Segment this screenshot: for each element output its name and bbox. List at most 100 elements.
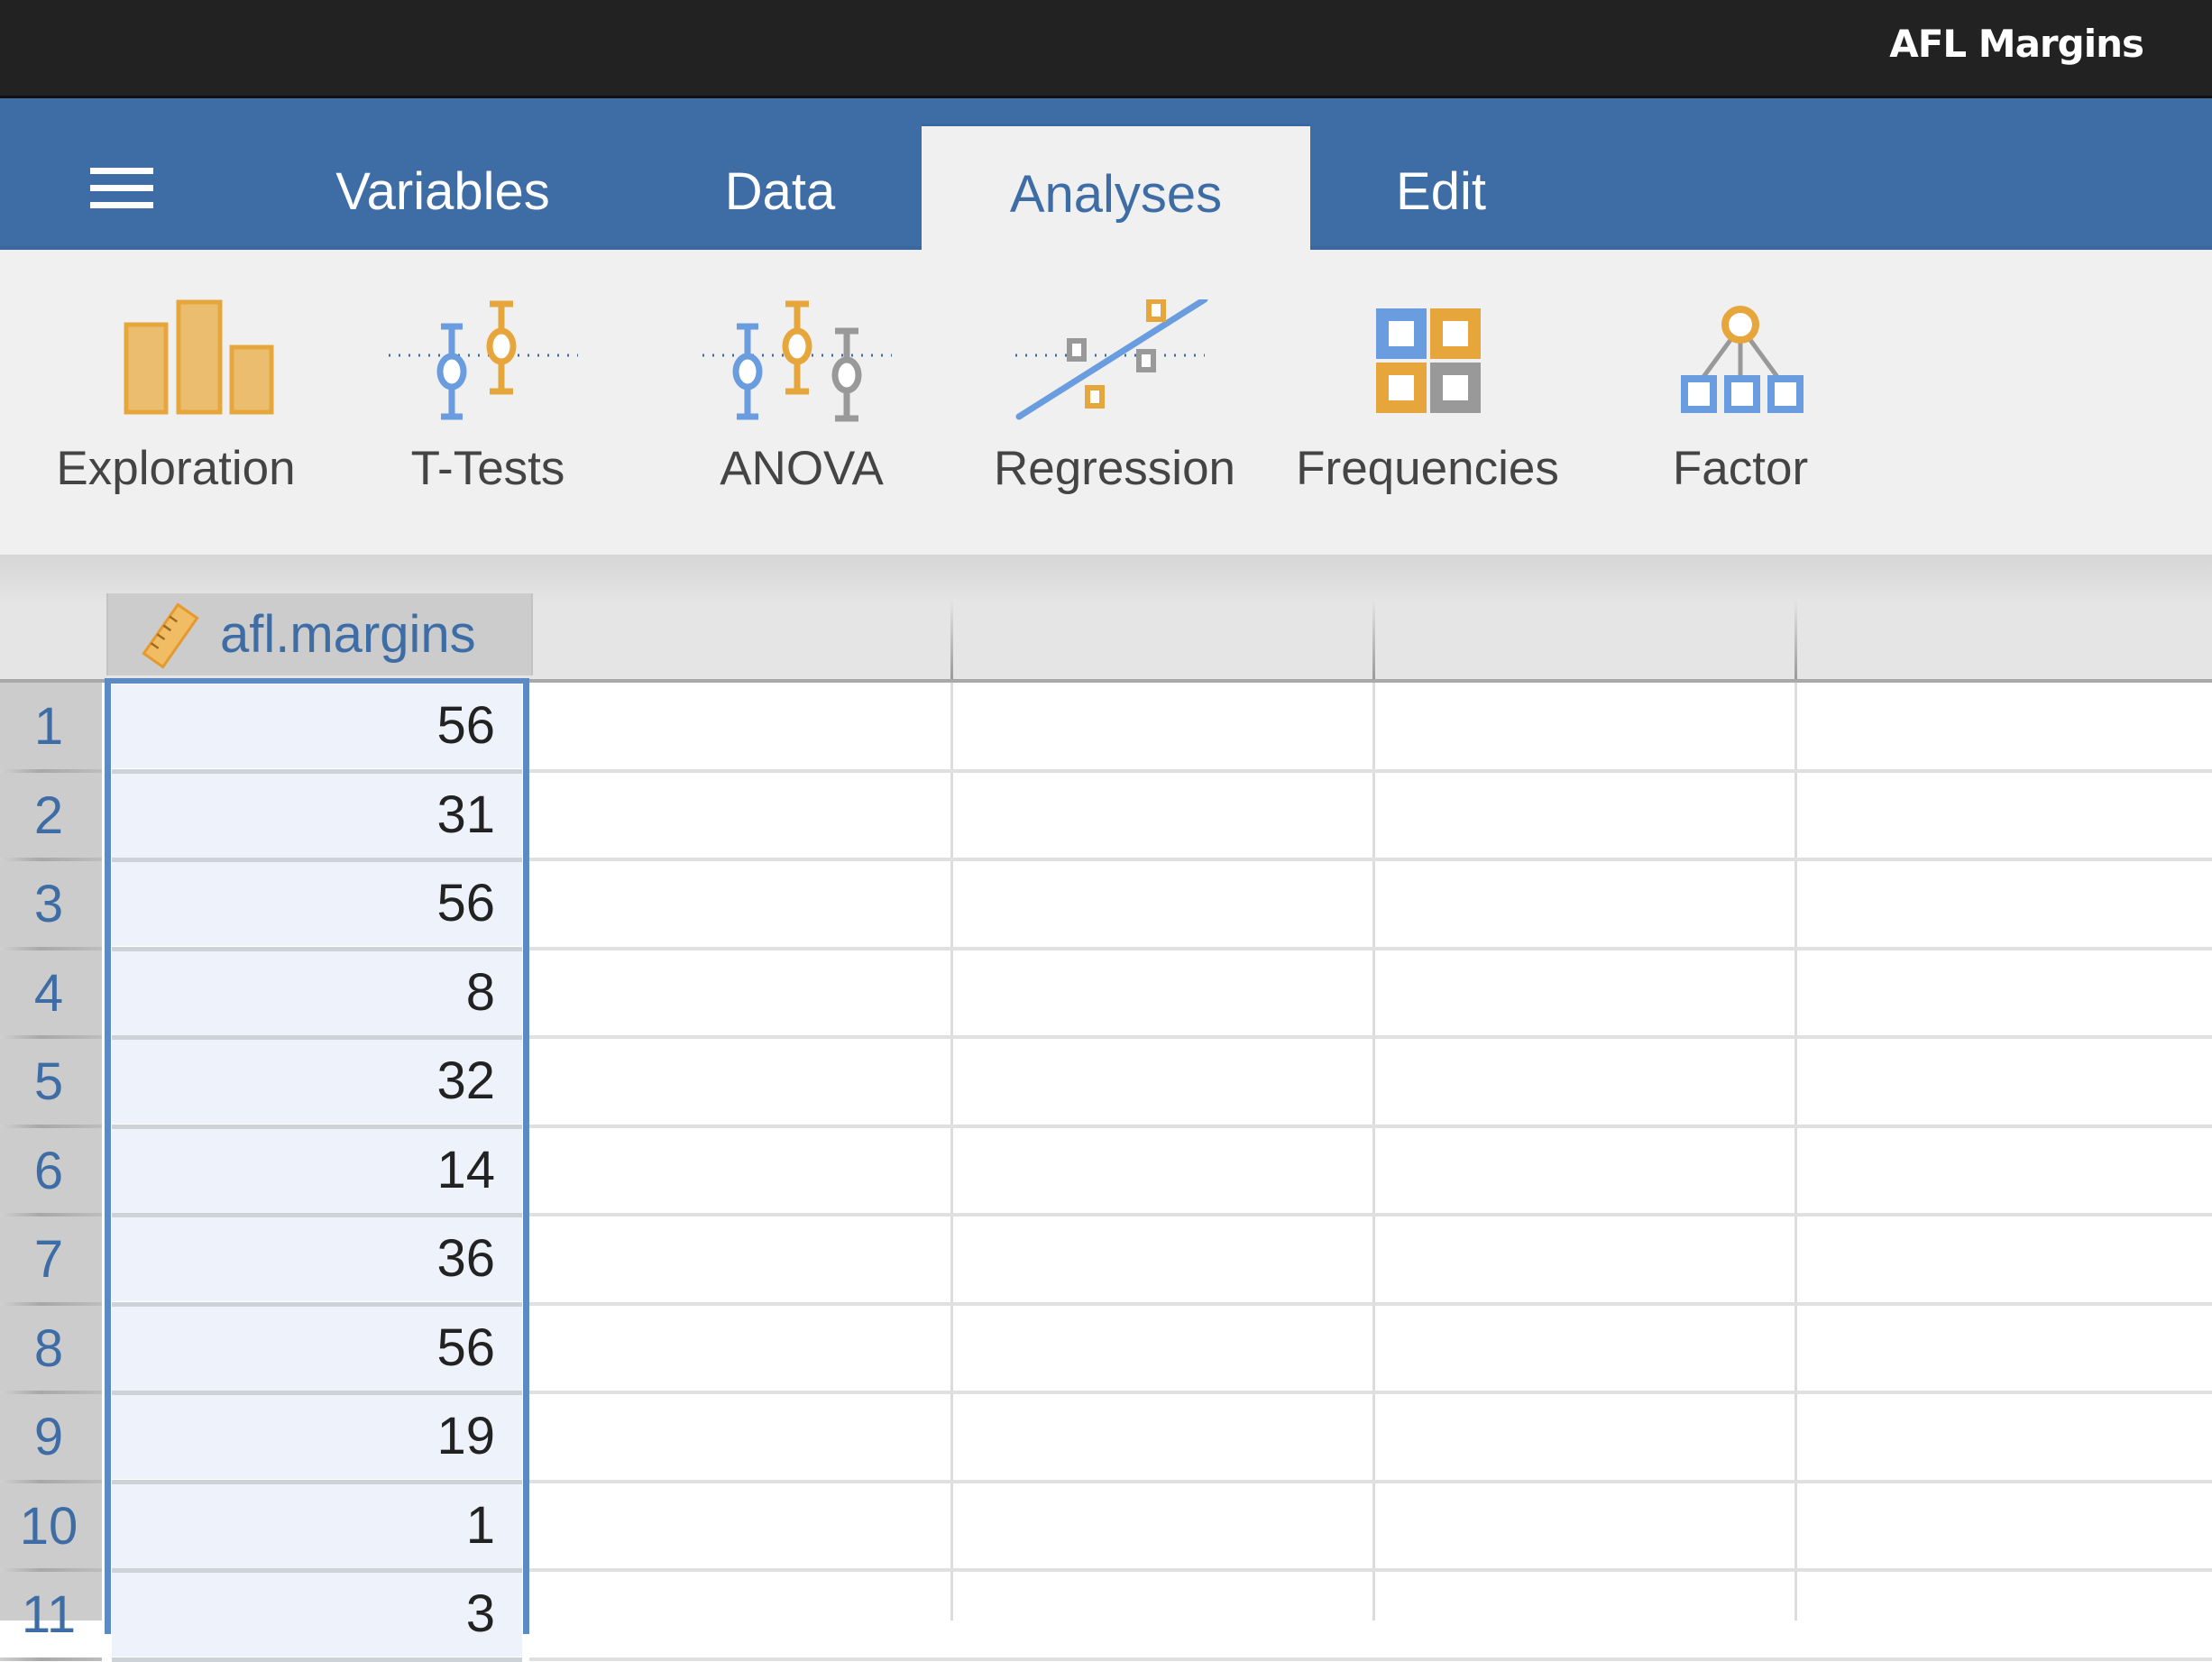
row-divider	[529, 1568, 2212, 1572]
empty-cell[interactable]	[953, 862, 1372, 947]
empty-cell[interactable]	[953, 1040, 1372, 1125]
empty-cell[interactable]	[1797, 1484, 2212, 1569]
row-number[interactable]: 2	[0, 772, 97, 860]
row-divider	[529, 946, 2212, 950]
empty-cell[interactable]	[1797, 862, 2212, 947]
empty-cell[interactable]	[1797, 774, 2212, 859]
ribbon-factor[interactable]: Factor	[1596, 250, 1885, 555]
row-number[interactable]: 3	[0, 860, 97, 949]
column-header-3[interactable]	[1372, 600, 1375, 679]
data-cell[interactable]: 36	[112, 1217, 522, 1301]
empty-cell[interactable]	[1797, 1573, 2212, 1657]
row-divider	[529, 768, 2212, 773]
data-cell[interactable]: 19	[112, 1395, 522, 1479]
empty-cell[interactable]	[953, 684, 1372, 769]
row-divider	[529, 1479, 2212, 1483]
analyses-ribbon: Exploration T-Tests ANOVA Regression Fre…	[0, 250, 2212, 556]
empty-cell[interactable]	[1375, 684, 1794, 769]
data-cell[interactable]: 8	[112, 950, 522, 1035]
empty-cell[interactable]	[532, 1217, 950, 1302]
column-header-2[interactable]	[950, 600, 953, 679]
data-cell[interactable]: 56	[112, 1306, 522, 1391]
row-divider	[529, 1124, 2212, 1128]
empty-cell[interactable]	[1797, 1129, 2212, 1214]
empty-cell[interactable]	[532, 951, 950, 1036]
ribbon-t-tests[interactable]: T-Tests	[344, 250, 632, 555]
cell-value: 56	[436, 1318, 495, 1377]
row-number[interactable]: 8	[0, 1305, 97, 1393]
empty-cell[interactable]	[1797, 1395, 2212, 1480]
window-title: AFL Margins	[1889, 22, 2144, 66]
ribbon-exploration[interactable]: Exploration	[32, 250, 320, 555]
data-cell[interactable]: 1	[112, 1483, 522, 1568]
empty-cell[interactable]	[1797, 951, 2212, 1036]
empty-cell[interactable]	[1375, 1040, 1794, 1125]
row-number[interactable]: 10	[0, 1483, 97, 1571]
column-header-4[interactable]	[1794, 600, 1797, 679]
tab-edit[interactable]: Edit	[1362, 124, 1520, 246]
row-number[interactable]: 1	[0, 683, 97, 771]
empty-cell[interactable]	[1375, 1395, 1794, 1480]
empty-cell[interactable]	[953, 774, 1372, 859]
row-number[interactable]: 6	[0, 1127, 97, 1216]
empty-cell[interactable]	[532, 862, 950, 947]
row-divider	[529, 1301, 2212, 1306]
ribbon-regression[interactable]: Regression	[970, 250, 1259, 555]
ribbon-anova-label: ANOVA	[720, 442, 884, 495]
tab-data[interactable]: Data	[685, 124, 875, 246]
empty-cell[interactable]	[532, 684, 950, 769]
cell-value: 19	[436, 1407, 495, 1465]
empty-cell[interactable]	[1375, 862, 1794, 947]
empty-cell[interactable]	[1797, 684, 2212, 769]
row-divider	[0, 1657, 102, 1661]
empty-cell[interactable]	[953, 1395, 1372, 1480]
empty-cell[interactable]	[1375, 1217, 1794, 1302]
data-cell[interactable]: 56	[112, 684, 522, 768]
empty-cell[interactable]	[532, 1040, 950, 1125]
ribbon-frequencies[interactable]: Frequencies	[1283, 250, 1572, 555]
row-number[interactable]: 4	[0, 950, 97, 1038]
empty-cell[interactable]	[532, 774, 950, 859]
cell-value: 31	[436, 785, 495, 844]
ribbon-anova[interactable]: ANOVA	[657, 250, 946, 555]
empty-cell[interactable]	[953, 1129, 1372, 1214]
hamburger-menu-icon[interactable]	[90, 168, 153, 209]
empty-cell[interactable]	[1797, 1217, 2212, 1302]
empty-cell[interactable]	[953, 1307, 1372, 1391]
data-cell[interactable]: 3	[112, 1573, 522, 1657]
data-cell[interactable]: 14	[112, 1128, 522, 1213]
empty-cell[interactable]	[1375, 1484, 1794, 1569]
row-number[interactable]: 9	[0, 1393, 97, 1482]
ribbon-exploration-label: Exploration	[56, 442, 296, 495]
tab-variables[interactable]: Variables	[320, 124, 565, 246]
empty-cell[interactable]	[532, 1484, 950, 1569]
empty-cell[interactable]	[1375, 1573, 1794, 1657]
data-cell[interactable]: 32	[112, 1040, 522, 1124]
empty-cell[interactable]	[953, 1573, 1372, 1657]
row-divider	[529, 1391, 2212, 1394]
cell-value: 3	[465, 1584, 495, 1643]
empty-cell[interactable]	[1375, 774, 1794, 859]
column-header-afl-margins[interactable]: afl.margins	[106, 593, 533, 675]
ribbon-t-tests-label: T-Tests	[410, 442, 565, 495]
empty-cell[interactable]	[532, 1573, 950, 1657]
empty-cell[interactable]	[1797, 1307, 2212, 1391]
empty-cell[interactable]	[953, 1217, 1372, 1302]
empty-cell[interactable]	[1797, 1040, 2212, 1125]
empty-cell[interactable]	[1375, 1307, 1794, 1391]
empty-cell[interactable]	[532, 1395, 950, 1480]
empty-cell[interactable]	[1375, 951, 1794, 1036]
empty-cell[interactable]	[532, 1129, 950, 1214]
empty-cell[interactable]	[1375, 1129, 1794, 1214]
ribbon-factor-label: Factor	[1672, 442, 1809, 495]
row-number[interactable]: 11	[0, 1571, 97, 1659]
empty-cell[interactable]	[953, 1484, 1372, 1569]
frequencies-icon	[1376, 308, 1481, 413]
data-cell[interactable]: 56	[112, 862, 522, 946]
row-number[interactable]: 7	[0, 1216, 97, 1304]
data-cell[interactable]: 31	[112, 773, 522, 858]
tab-analyses[interactable]: Analyses	[922, 124, 1310, 253]
empty-cell[interactable]	[953, 951, 1372, 1036]
empty-cell[interactable]	[532, 1307, 950, 1391]
row-number[interactable]: 5	[0, 1038, 97, 1126]
